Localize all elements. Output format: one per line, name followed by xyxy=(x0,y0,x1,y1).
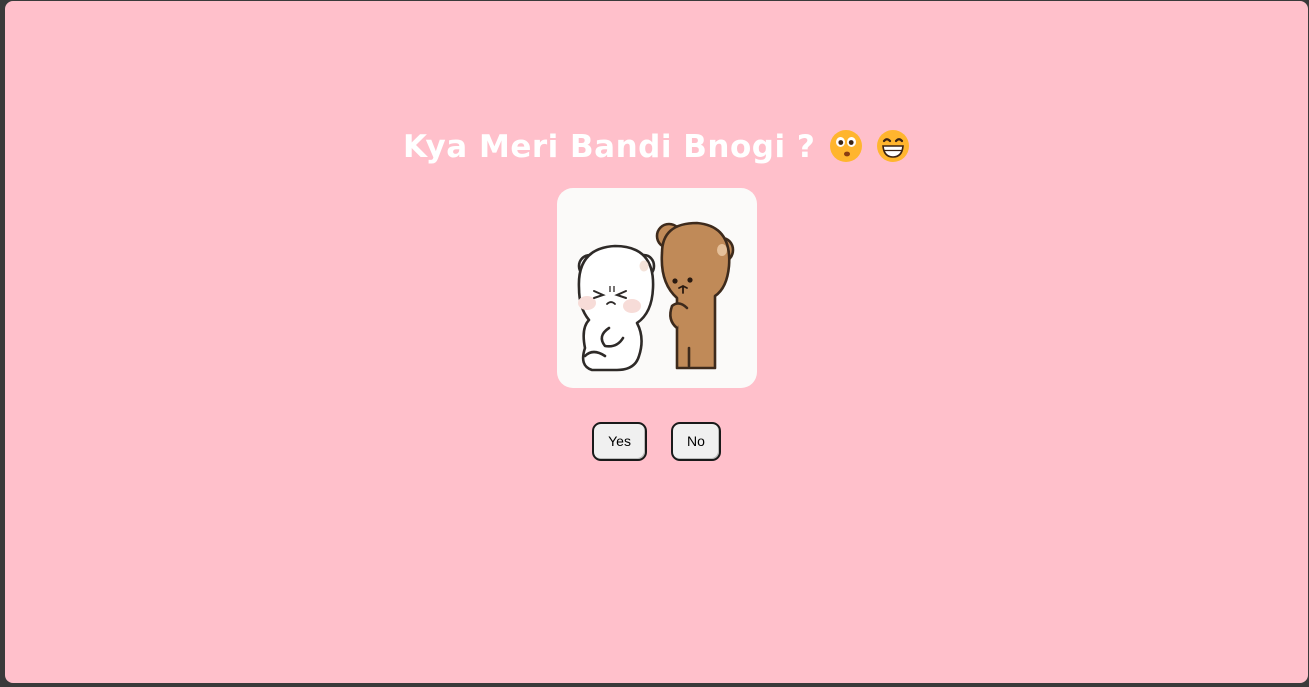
no-button[interactable]: No xyxy=(670,422,721,461)
bears-image xyxy=(557,188,757,388)
answer-buttons: Yes No xyxy=(5,422,1308,461)
yes-button[interactable]: Yes xyxy=(592,422,647,461)
question-text: Kya Meri Bandi Bnogi ? xyxy=(403,129,816,165)
app-window: Kya Meri Bandi Bnogi ? Yes No xyxy=(5,1,1308,683)
hushed-face-emoji-icon xyxy=(829,130,862,162)
question-heading: Kya Meri Bandi Bnogi ? xyxy=(5,125,1308,169)
bears-illustration-icon xyxy=(577,221,735,372)
grinning-face-emoji-icon xyxy=(876,130,909,162)
